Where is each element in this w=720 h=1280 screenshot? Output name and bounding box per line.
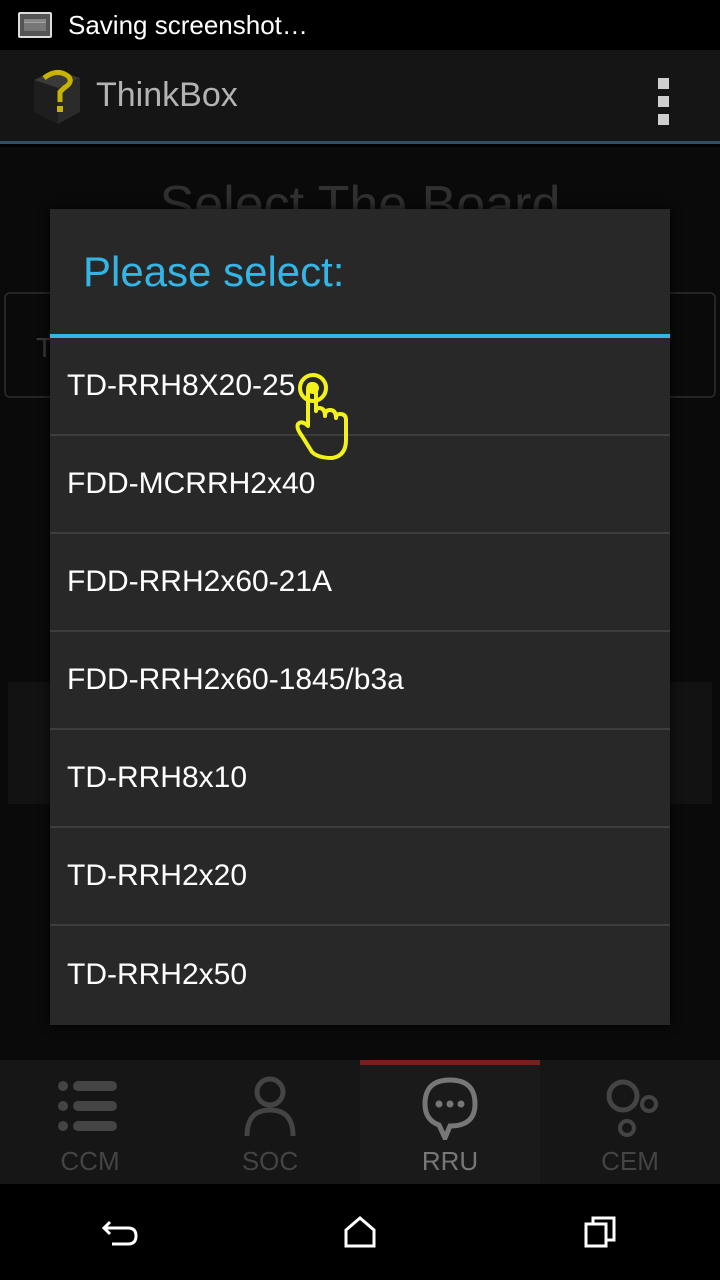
tab-label: RRU <box>421 1146 479 1176</box>
option-item[interactable]: TD-RRH2x50 <box>50 926 670 1024</box>
home-icon <box>344 1216 376 1248</box>
tab-soc[interactable]: SOC <box>180 1060 360 1184</box>
bottom-tab-bar: CCM SOC RRU CEM <box>0 1060 720 1184</box>
recents-button[interactable] <box>570 1202 630 1262</box>
tab-ccm[interactable]: CCM <box>0 1060 180 1184</box>
recents-icon <box>584 1216 616 1248</box>
tab-label: CCM <box>60 1146 120 1176</box>
option-item[interactable]: FDD-RRH2x60-1845/b3a <box>50 632 670 730</box>
cube-question-icon <box>34 69 80 124</box>
tab-cem[interactable]: CEM <box>540 1060 720 1184</box>
option-item[interactable]: TD-RRH2x20 <box>50 828 670 926</box>
screenshot-icon <box>18 12 52 38</box>
status-bar: Saving screenshot… <box>0 0 720 50</box>
list-icon <box>58 1081 117 1131</box>
option-item[interactable]: FDD-MCRRH2x40 <box>50 436 670 534</box>
chat-bubble-icon <box>422 1077 478 1140</box>
tab-label: CEM <box>601 1146 659 1176</box>
select-dialog: Please select: TD-RRH8X20-25 FDD-MCRRH2x… <box>50 209 670 1025</box>
circles-icon <box>606 1079 658 1137</box>
status-text: Saving screenshot… <box>68 9 308 40</box>
person-icon <box>244 1076 296 1137</box>
option-item[interactable]: TD-RRH8X20-25 <box>50 338 670 436</box>
dialog-title: Please select: <box>50 209 670 338</box>
action-bar: ThinkBox <box>0 50 720 144</box>
home-button[interactable] <box>330 1202 390 1262</box>
tab-label: SOC <box>241 1146 299 1176</box>
option-item[interactable]: FDD-RRH2x60-21A <box>50 534 670 632</box>
back-button[interactable] <box>90 1202 150 1262</box>
tab-rru[interactable]: RRU <box>360 1060 540 1184</box>
back-icon <box>101 1220 138 1246</box>
option-item[interactable]: TD-RRH8x10 <box>50 730 670 828</box>
app-title: ThinkBox <box>96 76 238 114</box>
navigation-bar <box>0 1184 720 1280</box>
overflow-menu-icon[interactable] <box>658 78 670 125</box>
